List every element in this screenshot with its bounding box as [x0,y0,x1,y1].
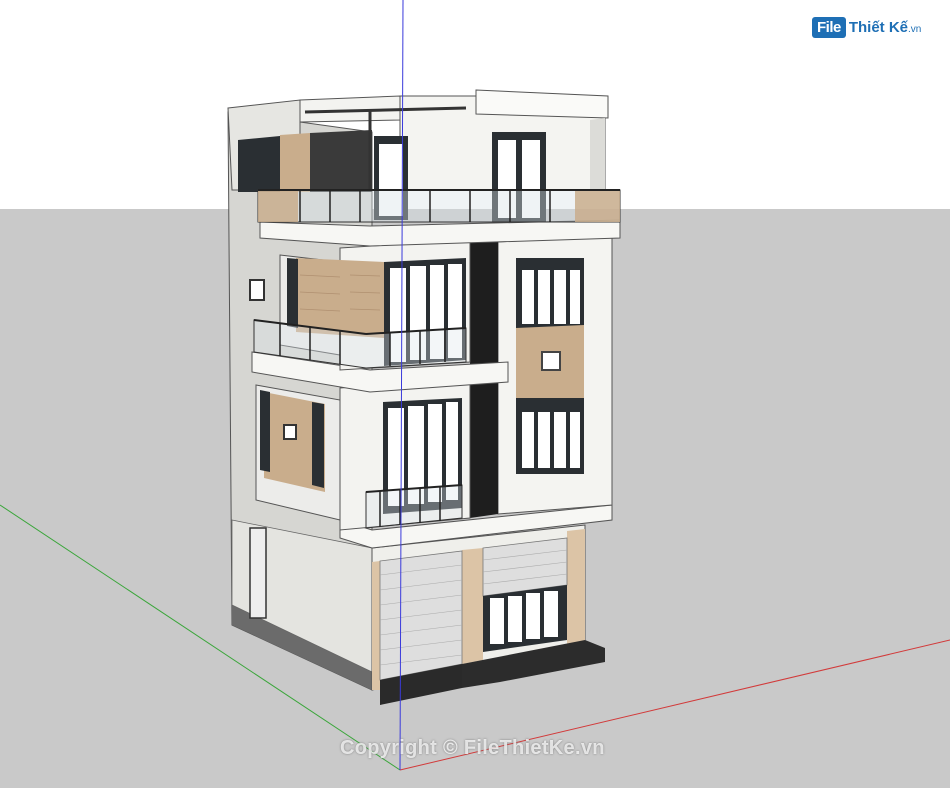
stone-pillar-mid [462,548,483,664]
top-left-dark-window [238,136,280,192]
model-viewport[interactable] [0,0,950,788]
roller-shutter-left [379,550,463,681]
stone-pillar-left [372,561,380,690]
terrace-railing [257,189,621,223]
right-window-floor2 [516,258,584,328]
small-square-window [541,351,561,371]
right-window-floor1 [516,398,584,474]
top-wood-panel [280,133,310,192]
filethietke-logo: File Thiết Kế.vn [812,14,921,40]
stone-pillar-right [567,529,585,649]
house-model[interactable] [227,89,621,705]
floor1-balcony-railing [365,484,463,529]
copyright-watermark: Copyright © FileThietKe.vn [340,737,605,759]
side-small-window [249,279,265,301]
floor2-side-window [287,258,298,328]
logo-text: Thiết Kế.vn [848,18,922,36]
top-right-roof [475,89,609,119]
logo-box: File [812,16,846,38]
top-pattern-screen [310,130,372,192]
top-right-side [590,118,605,190]
side-door [249,527,267,619]
